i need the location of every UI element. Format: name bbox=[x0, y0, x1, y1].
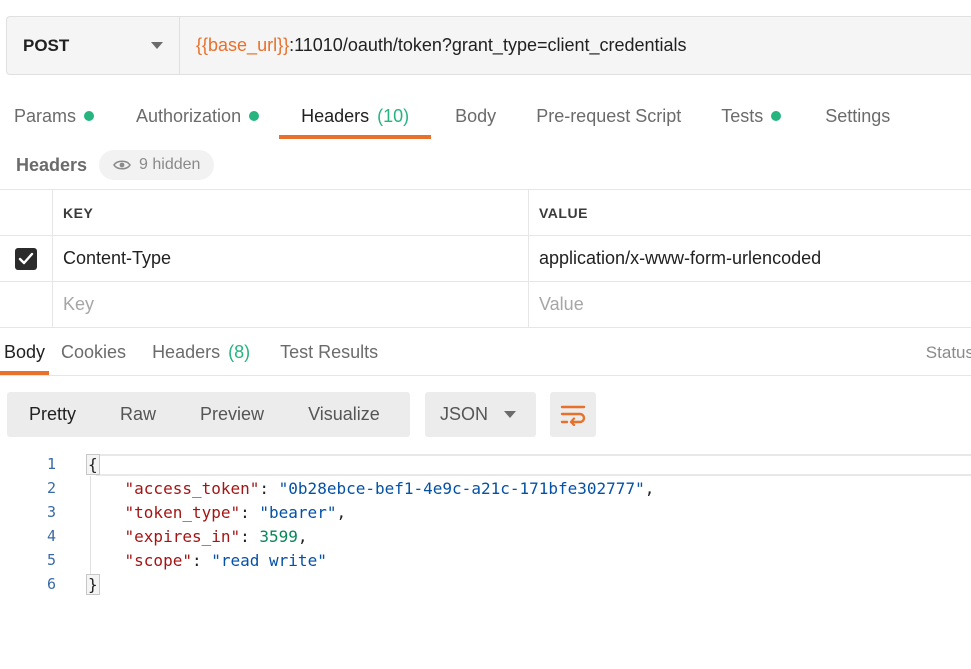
status-dot-icon bbox=[84, 111, 95, 121]
code-line: 1 { bbox=[0, 452, 971, 476]
json-comma: , bbox=[297, 526, 308, 546]
raw-button[interactable]: Raw bbox=[98, 392, 178, 437]
new-value-input[interactable]: Value bbox=[529, 282, 971, 327]
code-line: 2 "access_token": "0b28ebce-bef1-4e9c-a2… bbox=[0, 476, 971, 500]
json-value: "0b28ebce-bef1-4e9c-a21c-171bfe302777" bbox=[278, 478, 645, 498]
json-value: 3599 bbox=[259, 526, 298, 546]
json-key: "scope" bbox=[124, 550, 192, 570]
row-check-cell bbox=[0, 282, 53, 327]
value-column-header: VALUE bbox=[539, 204, 588, 221]
wrap-lines-icon bbox=[560, 405, 586, 426]
row-checkbox[interactable] bbox=[15, 247, 37, 270]
tab-tests-label: Tests bbox=[721, 105, 764, 126]
response-tab-cookies-label: Cookies bbox=[61, 341, 127, 362]
request-tabs: Params Authorization Headers (10) Body P… bbox=[0, 93, 971, 139]
tab-body[interactable]: Body bbox=[441, 93, 510, 139]
code-content: "scope": "read write" bbox=[124, 550, 327, 570]
response-tab-test-results-label: Test Results bbox=[280, 341, 379, 362]
headers-section-title: Headers bbox=[16, 154, 88, 175]
tab-authorization-label: Authorization bbox=[136, 105, 242, 126]
tab-params[interactable]: Params bbox=[0, 93, 108, 139]
table-row-new: Key Value bbox=[0, 282, 971, 328]
tab-settings-label: Settings bbox=[825, 105, 891, 126]
code-content: } bbox=[86, 573, 100, 595]
url-variable: {{base_url}} bbox=[196, 35, 290, 55]
check-icon bbox=[18, 252, 34, 264]
response-tab-body[interactable]: Body bbox=[0, 329, 50, 375]
code-line: 3 "token_type": "bearer", bbox=[0, 500, 971, 524]
header-key-input[interactable]: Content-Type bbox=[53, 236, 529, 281]
status-label: Status bbox=[925, 342, 971, 362]
tab-headers[interactable]: Headers (10) bbox=[279, 93, 432, 139]
request-bar: POST {{base_url}}:11010/oauth/token?gran… bbox=[6, 16, 971, 75]
table-header-check-cell bbox=[0, 190, 53, 235]
format-label: JSON bbox=[440, 404, 489, 424]
code-line: 6 } bbox=[0, 572, 971, 596]
code-content: "access_token": "0b28ebce-bef1-4e9c-a21c… bbox=[124, 478, 655, 498]
line-number: 2 bbox=[46, 479, 56, 497]
method-label: POST bbox=[23, 35, 70, 55]
code-content: { bbox=[86, 453, 100, 475]
table-header-row: KEY VALUE bbox=[0, 190, 971, 236]
code-content: "expires_in": 3599, bbox=[124, 526, 308, 546]
response-tab-test-results[interactable]: Test Results bbox=[268, 329, 390, 375]
view-mode-group: Pretty Raw Preview Visualize bbox=[7, 392, 410, 437]
headers-table: KEY VALUE Content-Type application/x-www… bbox=[0, 189, 971, 328]
tab-settings[interactable]: Settings bbox=[811, 93, 904, 139]
chevron-down-icon bbox=[504, 411, 516, 418]
json-key: "token_type" bbox=[124, 502, 241, 522]
response-tabs: Body Cookies Headers (8) Test Results bbox=[0, 329, 971, 376]
response-tab-headers-count: (8) bbox=[228, 341, 251, 362]
tab-body-label: Body bbox=[455, 105, 497, 126]
tab-pre-request-script-label: Pre-request Script bbox=[536, 105, 682, 126]
url-path: :11010/oauth/token?grant_type=client_cre… bbox=[289, 35, 687, 55]
tab-params-label: Params bbox=[14, 105, 77, 126]
line-number: 5 bbox=[46, 551, 56, 569]
visualize-button[interactable]: Visualize bbox=[286, 392, 402, 437]
tab-headers-count: (10) bbox=[377, 105, 410, 126]
line-number: 3 bbox=[46, 503, 56, 521]
hidden-headers-toggle[interactable]: 9 hidden bbox=[99, 150, 215, 180]
hidden-count: 9 hidden bbox=[139, 156, 201, 173]
preview-button[interactable]: Preview bbox=[178, 392, 286, 437]
key-column-header: KEY bbox=[53, 190, 529, 235]
row-check-cell bbox=[0, 236, 53, 281]
code-line: 5 "scope": "read write" bbox=[0, 548, 971, 572]
json-key: "expires_in" bbox=[124, 526, 241, 546]
status-dot-icon bbox=[771, 111, 782, 121]
close-brace: } bbox=[86, 573, 100, 595]
line-number: 1 bbox=[46, 455, 56, 473]
code-line: 4 "expires_in": 3599, bbox=[0, 524, 971, 548]
response-tab-cookies[interactable]: Cookies bbox=[49, 329, 138, 375]
tab-pre-request-script[interactable]: Pre-request Script bbox=[522, 93, 695, 139]
format-select[interactable]: JSON bbox=[425, 392, 536, 437]
table-row: Content-Type application/x-www-form-urle… bbox=[0, 236, 971, 282]
line-number: 6 bbox=[46, 575, 56, 593]
json-comma: , bbox=[644, 478, 655, 498]
open-brace: { bbox=[86, 453, 100, 475]
wrap-lines-button[interactable] bbox=[550, 392, 596, 437]
url-input[interactable]: {{base_url}}:11010/oauth/token?grant_typ… bbox=[180, 17, 971, 74]
method-select[interactable]: POST bbox=[7, 17, 180, 74]
tab-headers-label: Headers bbox=[301, 105, 370, 126]
header-value-input[interactable]: application/x-www-form-urlencoded bbox=[529, 236, 971, 281]
pretty-button[interactable]: Pretty bbox=[7, 392, 98, 437]
json-key: "access_token" bbox=[124, 478, 260, 498]
headers-section-header: Headers 9 hidden bbox=[16, 148, 215, 182]
json-comma: , bbox=[336, 502, 347, 522]
response-tab-body-label: Body bbox=[4, 341, 46, 362]
json-value: "bearer" bbox=[259, 502, 337, 522]
response-body-editor[interactable]: 1 { 2 "access_token": "0b28ebce-bef1-4e9… bbox=[0, 452, 971, 596]
eye-icon bbox=[113, 160, 131, 170]
code-content: "token_type": "bearer", bbox=[124, 502, 347, 522]
new-key-input[interactable]: Key bbox=[53, 282, 529, 327]
status-dot-icon bbox=[249, 111, 260, 121]
line-number: 4 bbox=[46, 527, 56, 545]
tab-authorization[interactable]: Authorization bbox=[122, 93, 273, 139]
json-value: "read write" bbox=[211, 550, 327, 570]
chevron-down-icon bbox=[151, 42, 163, 49]
response-tab-headers-label: Headers bbox=[152, 341, 221, 362]
response-tab-headers[interactable]: Headers (8) bbox=[140, 329, 262, 375]
tab-tests[interactable]: Tests bbox=[707, 93, 795, 139]
